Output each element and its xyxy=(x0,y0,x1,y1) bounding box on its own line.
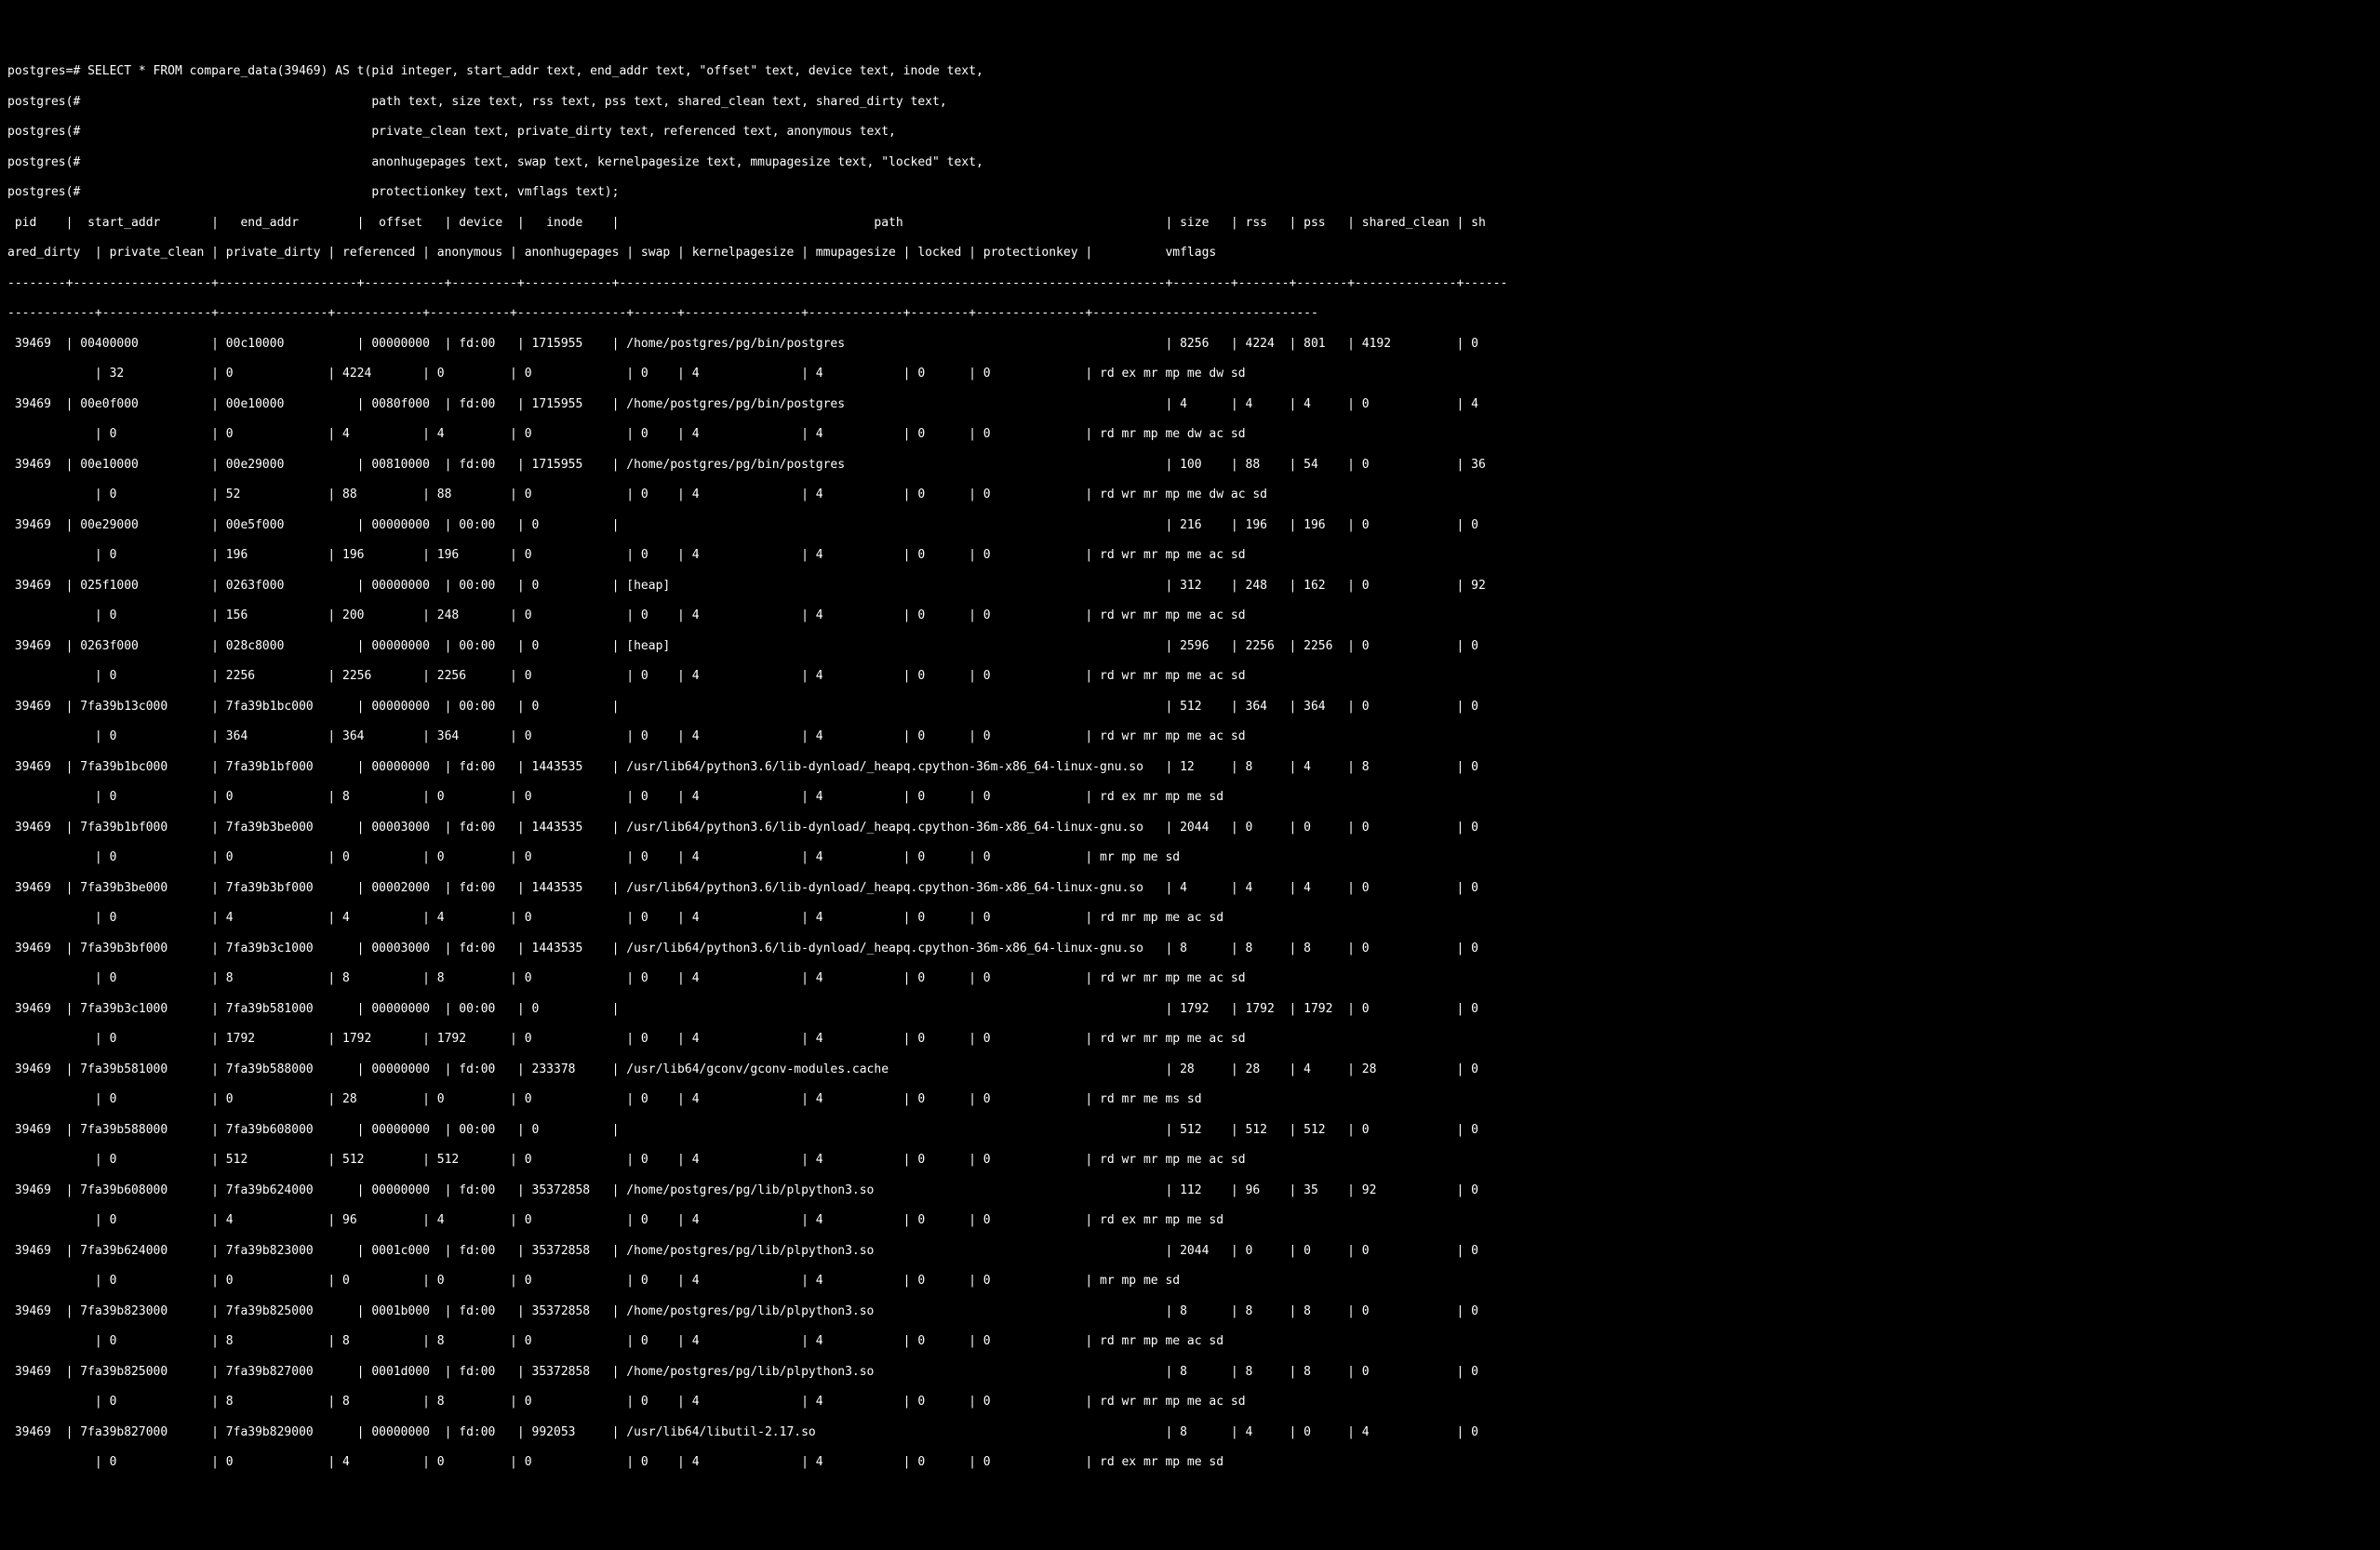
data-row-line: | 0 | 0 | 8 | 0 | 0 | 0 | 4 | 4 | 0 | 0 … xyxy=(7,790,2373,805)
data-row-line: | 0 | 364 | 364 | 364 | 0 | 0 | 4 | 4 | … xyxy=(7,729,2373,744)
data-row-line: 39469 | 00e10000 | 00e29000 | 00810000 |… xyxy=(7,458,2373,473)
data-row-line: | 0 | 4 | 96 | 4 | 0 | 0 | 4 | 4 | 0 | 0… xyxy=(7,1213,2373,1228)
data-row-line: | 0 | 4 | 4 | 4 | 0 | 0 | 4 | 4 | 0 | 0 … xyxy=(7,911,2373,926)
column-header-line: ared_dirty | private_clean | private_dir… xyxy=(7,246,2373,261)
data-row-line: 39469 | 7fa39b624000 | 7fa39b823000 | 00… xyxy=(7,1244,2373,1259)
data-row-line: 39469 | 0263f000 | 028c8000 | 00000000 |… xyxy=(7,639,2373,654)
data-row-line: | 0 | 0 | 4 | 0 | 0 | 0 | 4 | 4 | 0 | 0 … xyxy=(7,1455,2373,1470)
data-row-line: 39469 | 00e0f000 | 00e10000 | 0080f000 |… xyxy=(7,397,2373,412)
sql-prompt-line: postgres(# path text, size text, rss tex… xyxy=(7,95,2373,110)
data-row-line: | 0 | 8 | 8 | 8 | 0 | 0 | 4 | 4 | 0 | 0 … xyxy=(7,1395,2373,1410)
data-row-line: | 0 | 8 | 8 | 8 | 0 | 0 | 4 | 4 | 0 | 0 … xyxy=(7,971,2373,986)
data-row-line: 39469 | 7fa39b3be000 | 7fa39b3bf000 | 00… xyxy=(7,881,2373,896)
separator-line: ------------+---------------+-----------… xyxy=(7,306,2373,321)
sql-prompt-line: postgres(# anonhugepages text, swap text… xyxy=(7,155,2373,170)
data-row-line: 39469 | 00e29000 | 00e5f000 | 00000000 |… xyxy=(7,518,2373,533)
data-row-line: | 0 | 0 | 0 | 0 | 0 | 0 | 4 | 4 | 0 | 0 … xyxy=(7,1274,2373,1289)
data-row-line: 39469 | 7fa39b3c1000 | 7fa39b581000 | 00… xyxy=(7,1002,2373,1017)
data-row-line: 39469 | 7fa39b1bc000 | 7fa39b1bf000 | 00… xyxy=(7,760,2373,775)
data-row-line: | 0 | 196 | 196 | 196 | 0 | 0 | 4 | 4 | … xyxy=(7,548,2373,563)
column-header-line: pid | start_addr | end_addr | offset | d… xyxy=(7,216,2373,231)
data-row-line: | 0 | 0 | 0 | 0 | 0 | 0 | 4 | 4 | 0 | 0 … xyxy=(7,850,2373,865)
data-row-line: 39469 | 7fa39b827000 | 7fa39b829000 | 00… xyxy=(7,1425,2373,1440)
separator-line: --------+-------------------+-----------… xyxy=(7,276,2373,291)
data-row-line: 39469 | 00400000 | 00c10000 | 00000000 |… xyxy=(7,337,2373,352)
sql-prompt-line: postgres(# private_clean text, private_d… xyxy=(7,125,2373,140)
data-row-line: 39469 | 7fa39b3bf000 | 7fa39b3c1000 | 00… xyxy=(7,942,2373,956)
data-row-line: | 0 | 156 | 200 | 248 | 0 | 0 | 4 | 4 | … xyxy=(7,608,2373,623)
data-row-line: 39469 | 7fa39b13c000 | 7fa39b1bc000 | 00… xyxy=(7,700,2373,715)
data-row-line: | 0 | 2256 | 2256 | 2256 | 0 | 0 | 4 | 4… xyxy=(7,669,2373,684)
data-row-line: 39469 | 7fa39b588000 | 7fa39b608000 | 00… xyxy=(7,1123,2373,1138)
sql-prompt-line: postgres(# protectionkey text, vmflags t… xyxy=(7,185,2373,200)
data-row-line: 39469 | 025f1000 | 0263f000 | 00000000 |… xyxy=(7,579,2373,594)
data-row-line: | 32 | 0 | 4224 | 0 | 0 | 0 | 4 | 4 | 0 … xyxy=(7,367,2373,381)
data-row-line: 39469 | 7fa39b581000 | 7fa39b588000 | 00… xyxy=(7,1062,2373,1077)
data-row-line: 39469 | 7fa39b1bf000 | 7fa39b3be000 | 00… xyxy=(7,821,2373,835)
data-row-line: | 0 | 512 | 512 | 512 | 0 | 0 | 4 | 4 | … xyxy=(7,1153,2373,1168)
data-row-line: | 0 | 52 | 88 | 88 | 0 | 0 | 4 | 4 | 0 |… xyxy=(7,488,2373,502)
data-row-line: | 0 | 8 | 8 | 8 | 0 | 0 | 4 | 4 | 0 | 0 … xyxy=(7,1334,2373,1349)
data-row-line: 39469 | 7fa39b823000 | 7fa39b825000 | 00… xyxy=(7,1304,2373,1319)
data-row-line: 39469 | 7fa39b608000 | 7fa39b624000 | 00… xyxy=(7,1183,2373,1198)
data-row-line: 39469 | 7fa39b825000 | 7fa39b827000 | 00… xyxy=(7,1365,2373,1380)
data-row-line: | 0 | 0 | 28 | 0 | 0 | 0 | 4 | 4 | 0 | 0… xyxy=(7,1092,2373,1107)
data-row-line: | 0 | 0 | 4 | 4 | 0 | 0 | 4 | 4 | 0 | 0 … xyxy=(7,427,2373,442)
data-row-line: | 0 | 1792 | 1792 | 1792 | 0 | 0 | 4 | 4… xyxy=(7,1032,2373,1047)
terminal-output[interactable]: postgres=# SELECT * FROM compare_data(39… xyxy=(7,64,2373,1470)
sql-prompt-line: postgres=# SELECT * FROM compare_data(39… xyxy=(7,64,2373,79)
